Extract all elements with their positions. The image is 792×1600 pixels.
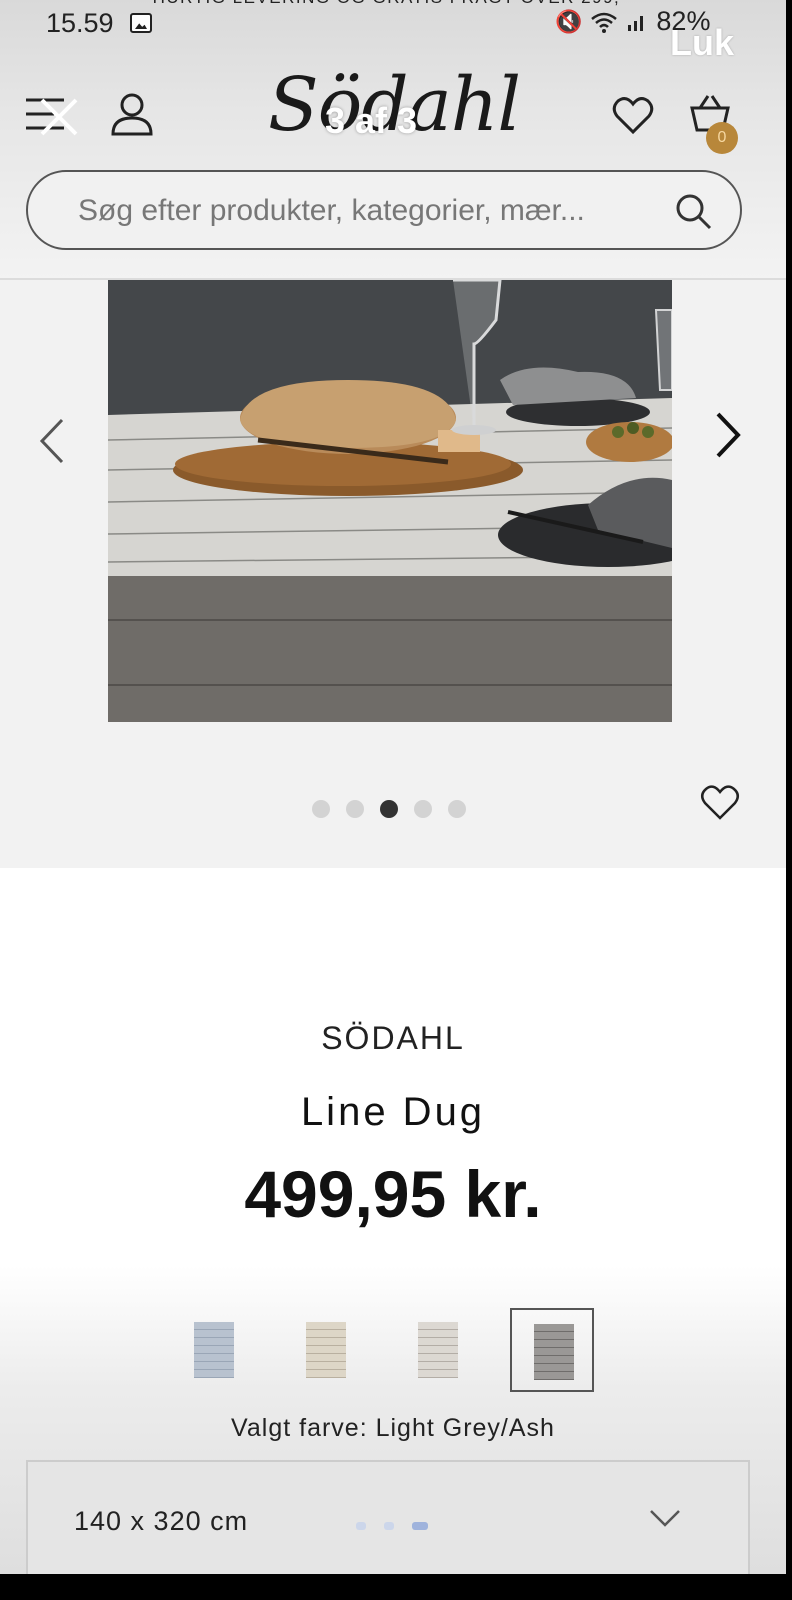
image-counter: 3 af 3 — [325, 100, 418, 141]
product-info: SÖDAHL Line Dug 499,95 kr. Valgt farve: … — [0, 868, 786, 1574]
swatch-sample — [306, 1322, 346, 1378]
product-gallery[interactable] — [0, 280, 786, 868]
story-dot — [384, 1522, 394, 1530]
search-input[interactable]: Søg efter produkter, kategorier, mær... — [26, 170, 742, 250]
gallery-pagination[interactable] — [312, 800, 466, 818]
color-swatches — [0, 1308, 786, 1398]
gallery-dot[interactable] — [380, 800, 398, 818]
gallery-dot[interactable] — [414, 800, 432, 818]
wifi-icon — [591, 12, 618, 33]
close-icon[interactable] — [38, 96, 80, 138]
product-name: Line Dug — [300, 1090, 486, 1134]
close-viewer-button[interactable]: Luk — [670, 22, 734, 64]
search-placeholder: Søg efter produkter, kategorier, mær... — [78, 194, 585, 227]
user-icon[interactable] — [110, 92, 154, 136]
header-area: HURTIG LEVERING OG GRATIS FRAGT OVER 299… — [0, 0, 786, 280]
product-brand[interactable]: SÖDAHL — [0, 1020, 786, 1057]
previous-image-button[interactable] — [34, 416, 70, 466]
selected-color-label: Valgt farve: Light Grey/Ash — [231, 1414, 555, 1442]
color-swatch[interactable] — [396, 1308, 480, 1392]
chevron-down-icon — [650, 1510, 680, 1527]
swatch-sample — [418, 1322, 458, 1378]
story-dot — [356, 1522, 366, 1530]
gallery-dot[interactable] — [312, 800, 330, 818]
add-to-wishlist-icon[interactable] — [700, 784, 740, 822]
size-select[interactable]: 140 x 320 cm — [26, 1460, 750, 1574]
color-swatch[interactable] — [510, 1308, 594, 1392]
search-icon[interactable] — [674, 192, 712, 230]
signal-icon — [628, 15, 644, 31]
product-price: 499,95 kr. — [244, 1157, 542, 1231]
color-swatch[interactable] — [172, 1308, 256, 1392]
screen: HURTIG LEVERING OG GRATIS FRAGT OVER 299… — [0, 0, 786, 1574]
status-time: 15.59 — [46, 8, 114, 38]
basket-count-badge: 0 — [706, 122, 738, 154]
wishlist-icon[interactable] — [612, 96, 654, 136]
story-dot — [412, 1522, 428, 1530]
size-value: 140 x 320 cm — [74, 1506, 249, 1536]
gallery-dot[interactable] — [448, 800, 466, 818]
story-pagination — [356, 1522, 428, 1530]
mute-icon: 🔇 — [555, 8, 583, 34]
color-swatch[interactable] — [284, 1308, 368, 1392]
swatch-sample — [534, 1324, 574, 1380]
gallery-notification-icon — [130, 13, 152, 33]
gallery-dot[interactable] — [346, 800, 364, 818]
next-image-button[interactable] — [710, 410, 746, 460]
product-image[interactable] — [108, 280, 672, 722]
swatch-sample — [194, 1322, 234, 1378]
